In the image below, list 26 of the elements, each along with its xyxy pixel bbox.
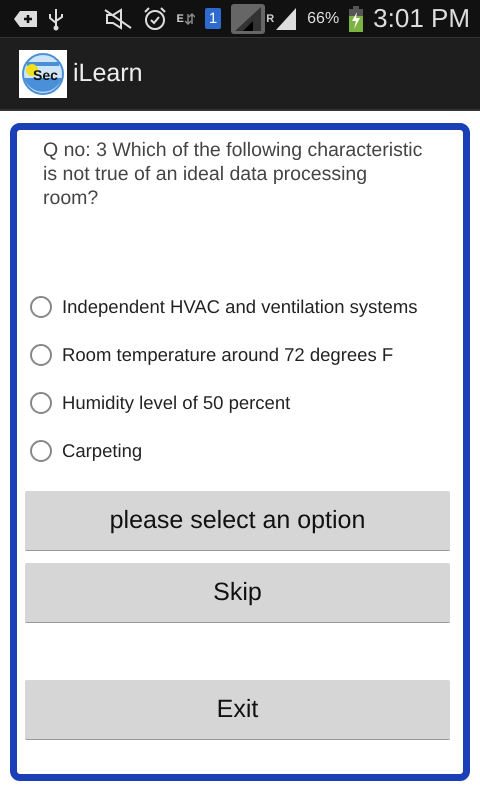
answer-option[interactable]: Humidity level of 50 percent	[21, 379, 457, 427]
app-title: iLearn	[73, 59, 142, 88]
battery-charging-icon	[349, 6, 364, 32]
answer-option[interactable]: Room temperature around 72 degrees F	[21, 331, 457, 379]
submit-button[interactable]: please select an option	[25, 491, 450, 551]
skip-button[interactable]: Skip	[25, 563, 450, 623]
alarm-icon	[142, 6, 166, 30]
clock: 3:01 PM	[373, 3, 470, 34]
radio-button[interactable]	[30, 440, 52, 462]
exit-button[interactable]: Exit	[25, 680, 450, 740]
network-type: E	[176, 12, 184, 24]
answer-option[interactable]: Carpeting	[21, 427, 457, 475]
signal-icon	[231, 4, 266, 34]
signal-icon	[275, 6, 298, 30]
notification-icon	[14, 10, 38, 28]
roaming-indicator: R	[266, 12, 274, 24]
answer-option[interactable]: Independent HVAC and ventilation systems	[21, 283, 457, 331]
radio-button[interactable]	[30, 392, 52, 414]
radio-button[interactable]	[30, 296, 52, 318]
mute-icon	[102, 8, 132, 30]
radio-button[interactable]	[30, 344, 52, 366]
battery-percent: 66%	[307, 10, 340, 28]
sim-badge: 1	[204, 8, 222, 29]
usb-icon	[48, 6, 64, 30]
data-arrows-icon	[184, 12, 195, 26]
question-text: Q no: 3 Which of the following characteristic is not true of an ideal data processing room?	[43, 138, 424, 211]
